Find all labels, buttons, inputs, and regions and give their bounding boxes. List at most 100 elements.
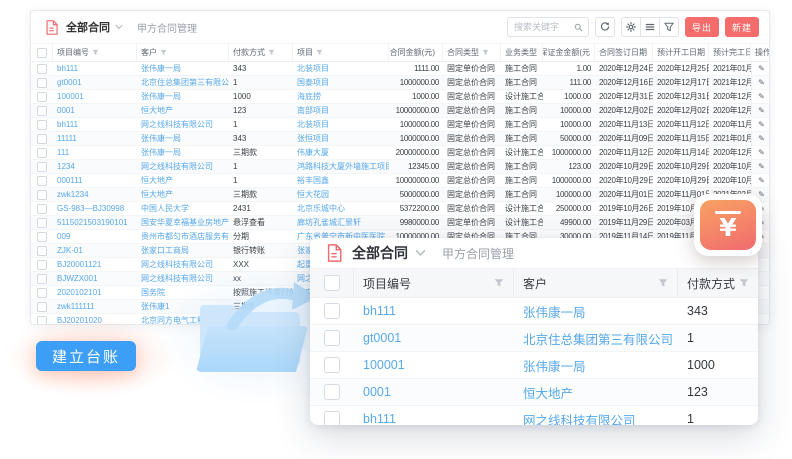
cell-customer[interactable]: 国安华夏幸福基业房地产... <box>137 217 229 228</box>
cell-customer[interactable]: 张伟康一局 <box>514 302 678 321</box>
row-checkbox[interactable] <box>31 288 53 298</box>
cell-customer[interactable]: 张伟康一局 <box>514 356 678 375</box>
cell-code[interactable]: bh111 <box>53 64 137 73</box>
row-checkbox[interactable] <box>31 274 53 284</box>
edit-icon[interactable]: ✎ <box>758 107 765 115</box>
cell-code[interactable]: 2020102101 <box>53 288 137 297</box>
filter-funnel-icon[interactable] <box>658 278 668 288</box>
cell-code[interactable]: 0001 <box>53 106 137 115</box>
cell-code[interactable]: gt0001 <box>53 78 137 87</box>
cell-code[interactable]: 1234 <box>53 162 137 171</box>
cell-project[interactable]: 伟康大厦 <box>293 147 389 158</box>
edit-icon[interactable]: ✎ <box>758 121 765 129</box>
create-ledger-button[interactable]: 建立台账 <box>36 341 136 371</box>
cell-customer[interactable]: 网之线科技有限公司 <box>137 119 229 130</box>
select-all-checkbox[interactable] <box>31 44 53 61</box>
cell-customer[interactable]: 网之线科技有限公司 <box>137 259 229 270</box>
row-checkbox[interactable] <box>31 134 53 144</box>
edit-icon[interactable]: ✎ <box>758 191 765 199</box>
row-checkbox[interactable] <box>31 302 53 312</box>
cell-code[interactable]: bh111 <box>53 120 137 129</box>
settings-button[interactable] <box>621 17 641 37</box>
cell-customer[interactable]: 中国人民大学 <box>137 203 229 214</box>
cell-code[interactable]: GS-983—BJ30998 <box>53 204 137 213</box>
select-all-checkbox[interactable] <box>310 269 354 297</box>
cell-project[interactable]: 廊坊孔雀城汇景轩 <box>293 217 389 228</box>
cell-code[interactable]: 11111 <box>53 134 137 143</box>
row-checkbox[interactable] <box>31 176 53 186</box>
row-checkbox[interactable] <box>310 330 354 346</box>
export-button[interactable]: 导出 <box>685 17 719 37</box>
row-checkbox[interactable] <box>310 384 354 400</box>
edit-icon[interactable]: ✎ <box>758 79 765 87</box>
chevron-down-icon[interactable] <box>115 24 123 30</box>
cell-project[interactable]: 北装项目 <box>293 119 389 130</box>
search-input[interactable] <box>508 22 574 32</box>
cell-project[interactable]: 北装项目 <box>293 63 389 74</box>
cell-project[interactable]: 张恒项目 <box>293 133 389 144</box>
cell-project[interactable]: 南部项目 <box>293 105 389 116</box>
row-checkbox[interactable] <box>310 411 354 425</box>
cell-customer[interactable]: 北京住总集团第三有限公司 <box>137 77 229 88</box>
cell-customer[interactable]: 张家口工商局 <box>137 245 229 256</box>
cell-project[interactable]: 国泰项目 <box>293 77 389 88</box>
filter-funnel-icon[interactable] <box>160 49 167 56</box>
cell-customer[interactable]: 贵州市都匀市酒店服务有... <box>137 231 229 242</box>
cell-customer[interactable]: 张伟康一局 <box>137 133 229 144</box>
row-checkbox[interactable] <box>31 64 53 74</box>
row-checkbox[interactable] <box>31 204 53 214</box>
cell-code[interactable]: BJ20201020 <box>53 316 137 325</box>
row-checkbox[interactable] <box>310 303 354 319</box>
cell-code[interactable]: 111 <box>53 148 137 157</box>
cell-code[interactable]: gt0001 <box>354 331 514 345</box>
row-checkbox[interactable] <box>31 92 53 102</box>
row-checkbox[interactable] <box>31 218 53 228</box>
chevron-down-icon[interactable] <box>415 249 426 257</box>
cell-code[interactable]: zwk111111 <box>53 302 137 311</box>
filter-funnel-icon[interactable] <box>92 49 99 56</box>
cell-project[interactable]: 北京乐城中心 <box>293 203 389 214</box>
filter-funnel-icon[interactable] <box>316 49 323 56</box>
cell-code[interactable]: 009 <box>53 232 137 241</box>
cell-project[interactable]: 鸿路科技大厦外墙施工项目 <box>293 161 389 172</box>
row-checkbox[interactable] <box>31 120 53 130</box>
cell-code[interactable]: BJ20001121 <box>53 260 137 269</box>
row-checkbox[interactable] <box>310 357 354 373</box>
cell-project[interactable]: 恒大花园 <box>293 189 389 200</box>
edit-icon[interactable]: ✎ <box>758 93 765 101</box>
cell-project[interactable]: 裕丰国鑫 <box>293 175 389 186</box>
cell-customer[interactable]: 张伟康一局 <box>137 63 229 74</box>
row-checkbox[interactable] <box>31 78 53 88</box>
filter-funnel-icon[interactable] <box>739 278 749 288</box>
cell-code[interactable]: bh111 <box>354 412 514 425</box>
row-checkbox[interactable] <box>31 260 53 270</box>
row-checkbox[interactable] <box>31 148 53 158</box>
cell-customer[interactable]: 恒大地产 <box>137 175 229 186</box>
edit-icon[interactable]: ✎ <box>758 177 765 185</box>
cell-customer[interactable]: 网之线科技有限公司 <box>514 410 678 426</box>
cell-code[interactable]: ZJK-01 <box>53 246 137 255</box>
cell-code[interactable]: 100001 <box>354 358 514 372</box>
filter-funnel-icon[interactable] <box>268 49 275 56</box>
row-checkbox[interactable] <box>31 246 53 256</box>
cell-code[interactable]: 000111 <box>53 176 137 185</box>
cell-customer[interactable]: 恒大地产 <box>514 383 678 402</box>
cell-code[interactable]: zwk1234 <box>53 190 137 199</box>
edit-icon[interactable]: ✎ <box>758 135 765 143</box>
edit-icon[interactable]: ✎ <box>758 65 765 73</box>
cell-customer[interactable]: 张伟康一局 <box>137 91 229 102</box>
cell-customer[interactable]: 网之线科技有限公司 <box>137 273 229 284</box>
cell-customer[interactable]: 北京住总集团第三有限公司 <box>514 329 678 348</box>
cell-code[interactable]: 100001 <box>53 92 137 101</box>
filter-funnel-icon[interactable] <box>494 278 504 288</box>
cell-code[interactable]: 5115021503190101 <box>53 218 137 227</box>
row-checkbox[interactable] <box>31 106 53 116</box>
cell-customer[interactable]: 张伟康一局 <box>137 147 229 158</box>
row-checkbox[interactable] <box>31 162 53 172</box>
create-button[interactable]: 新建 <box>725 17 759 37</box>
cell-customer[interactable]: 恒大地产 <box>137 189 229 200</box>
cell-customer[interactable]: 网之线科技有限公司 <box>137 161 229 172</box>
row-checkbox[interactable] <box>31 190 53 200</box>
search-icon[interactable] <box>574 23 583 32</box>
edit-icon[interactable]: ✎ <box>758 149 765 157</box>
